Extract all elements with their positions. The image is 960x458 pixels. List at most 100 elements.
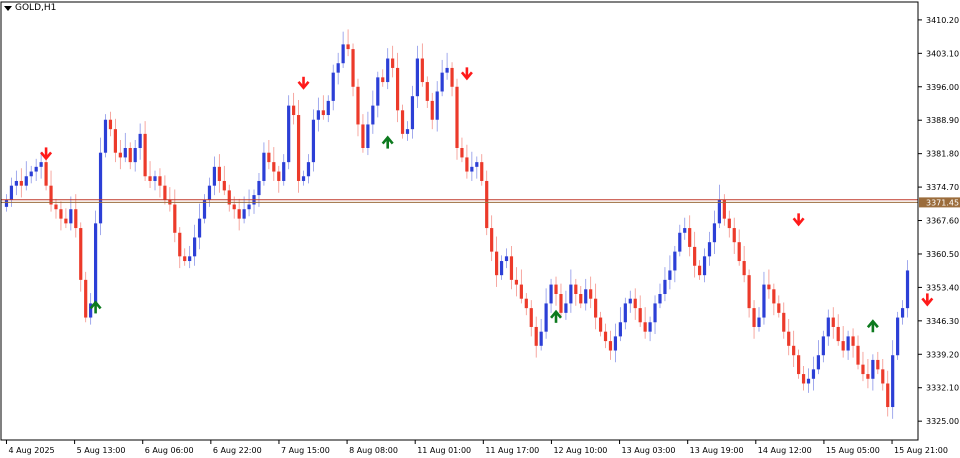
candle [381,69,385,87]
candle [331,64,335,111]
candle [806,368,811,393]
candle [69,196,73,231]
candle [316,97,320,132]
candle [366,111,370,156]
time-tick-label: 4 Aug 2025 [8,446,54,455]
candle [504,248,509,269]
candle [544,288,548,339]
candle [693,231,697,278]
candle [93,210,98,313]
candle [376,71,380,118]
candle [435,81,439,132]
candle [737,229,741,266]
price-tick-label: 3410.20 [926,16,959,25]
price-tick-label: 3388.90 [926,116,959,125]
time-axis[interactable]: 4 Aug 2025 5 Aug 13:00 6 Aug 06:00 6 Aug 22… [5,440,948,455]
current-price-label: 3371.45 [926,198,959,207]
candle [767,269,771,299]
price-axis[interactable]: 3410.20 3403.10 3396.00 3388.90 3381.80 3374.… [0,1,960,441]
candle [643,307,647,339]
sell-arrow [460,67,473,81]
candle [712,210,717,254]
sell-arrow [921,293,934,307]
candle [237,198,241,231]
candle [257,172,261,207]
candle [742,245,746,283]
price-tick-label: 3403.10 [926,49,959,58]
candle [465,144,469,179]
buy-arrow [381,135,394,149]
candle [296,99,301,193]
candle [272,147,276,181]
time-tick-label: 5 Aug 13:00 [77,446,126,455]
candle [495,236,499,287]
candle [524,293,528,316]
candle [797,349,801,379]
candle [395,52,400,123]
candle [519,269,523,304]
price-tick-label: 3325.00 [926,417,959,426]
candle [252,189,256,214]
candle [638,295,642,327]
candle [891,340,895,419]
candle [202,194,207,224]
price-tick-label: 3346.30 [926,317,959,326]
candle [118,139,122,170]
price-tick-label: 3374.70 [926,183,959,192]
candle [222,165,226,196]
time-tick-label: 13 Aug 19:00 [690,446,744,455]
candle [539,318,543,351]
candle [212,156,217,196]
candle [673,245,677,283]
time-tick-label: 6 Aug 22:00 [213,446,262,455]
time-tick-label: 14 Aug 12:00 [758,446,812,455]
candle [306,154,311,184]
candle [598,311,603,337]
buy-arrow [866,319,879,333]
candle [846,330,850,360]
candle [905,260,910,318]
candle [14,170,18,196]
candle [876,351,880,375]
candle [415,45,419,108]
candle [792,330,796,367]
candle [777,295,781,318]
time-tick-label: 13 Aug 03:00 [622,446,676,455]
candle [128,142,132,170]
candle [900,300,905,325]
candle [851,328,855,358]
candle [861,351,865,382]
candle [440,59,444,97]
candle [143,121,147,181]
candle [262,142,266,186]
candle [782,302,786,339]
candle [49,170,53,212]
candle [787,318,791,356]
candle [628,290,632,313]
candle [346,29,350,57]
candle [831,307,835,339]
candle [227,184,231,212]
candle [420,43,424,87]
candle [896,311,900,360]
candle [658,283,662,309]
candle [613,323,618,363]
candle [732,217,736,254]
candle [386,48,390,90]
candle [623,297,627,330]
candle [425,76,429,108]
buy-arrow [550,309,563,323]
candle [123,132,127,163]
candle [301,170,306,186]
candle [871,354,875,391]
candle [410,85,415,139]
sell-arrow [792,213,805,227]
price-tick-label: 3353.40 [926,283,959,292]
time-tick-label: 15 Aug 05:00 [826,446,880,455]
price-tick-label: 3360.50 [926,250,959,259]
candle [282,154,286,186]
price-chart[interactable]: 3410.20 3403.10 3396.00 3388.90 3381.80 3374.… [0,0,960,458]
sell-arrow [40,147,53,161]
candle [697,260,702,280]
candle [841,326,845,358]
